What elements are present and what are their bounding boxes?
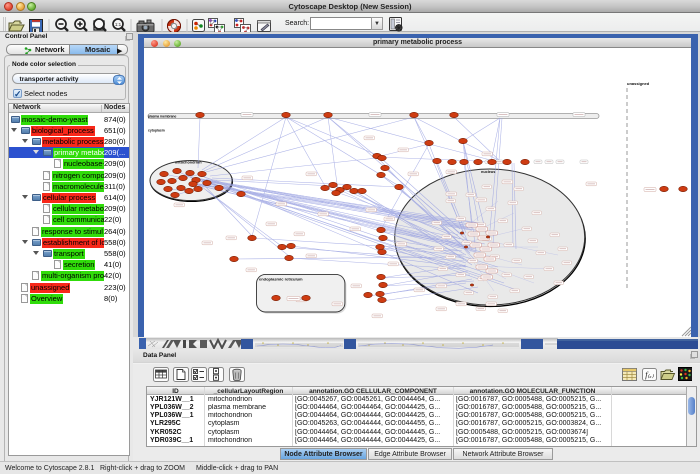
svg-text:plasma membrane: plasma membrane xyxy=(148,114,176,118)
svg-text:endoplasmic reticulum: endoplasmic reticulum xyxy=(259,277,303,282)
svg-text:f₍ₓ₎: f₍ₓ₎ xyxy=(645,371,654,380)
svg-text:unassigned: unassigned xyxy=(627,81,650,86)
svg-text:1:1: 1:1 xyxy=(115,22,122,27)
svg-text:nucleus: nucleus xyxy=(481,170,495,174)
svg-text:mitochondrion: mitochondrion xyxy=(175,161,202,165)
svg-text:cytoplasm: cytoplasm xyxy=(148,129,165,133)
